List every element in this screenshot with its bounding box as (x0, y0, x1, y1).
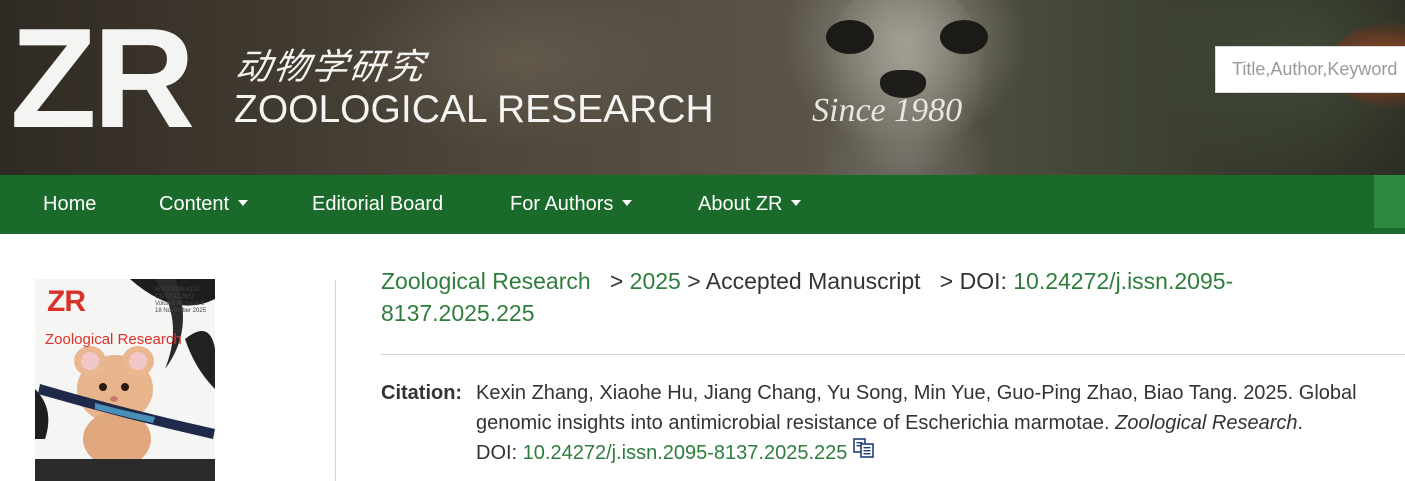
banner-decoration (940, 20, 988, 54)
nav-editorial-board[interactable]: Editorial Board (312, 175, 443, 234)
cover-meta: ISSN 2095-8137 CN 53-1229/Q Volume 46 Issu… (155, 287, 207, 314)
breadcrumb-separator: > (687, 268, 706, 294)
nav-home[interactable]: Home (43, 175, 96, 234)
journal-cover-image[interactable]: ISSN 2095-8137 CN 53-1229/Q Volume 46 Issu… (35, 279, 215, 481)
search-input[interactable] (1216, 47, 1405, 92)
breadcrumb-section: Accepted Manuscript (705, 268, 921, 294)
nav-editorial-board-label: Editorial Board (312, 193, 444, 215)
nav-for-authors-label: For Authors (510, 193, 614, 215)
copy-icon[interactable] (853, 437, 875, 467)
breadcrumb: Zoological Research > 2025 > Accepted Ma… (381, 265, 1281, 329)
site-logo-name[interactable]: ZOOLOGICAL RESEARCH (234, 88, 714, 132)
citation-line-1: Kexin Zhang, Xiaohe Hu, Jiang Chang, Yu … (476, 382, 1357, 404)
chevron-down-icon (622, 199, 633, 206)
citation-text: Kexin Zhang, Xiaohe Hu, Jiang Chang, Yu … (476, 378, 1405, 468)
site-tagline: Since 1980 (812, 92, 963, 129)
site-logo-mark[interactable]: ZR (10, 8, 195, 150)
breadcrumb-separator: > (597, 268, 630, 294)
header-banner: ZR 动物学研究 ZOOLOGICAL RESEARCH Since 1980 (0, 0, 1405, 175)
citation-title-text: genomic insights into antimicrobial resi… (476, 412, 1116, 434)
citation-doi-link[interactable]: 10.24272/j.issn.2095-8137.2025.225 (523, 442, 848, 464)
cover-decoration (35, 459, 215, 481)
chevron-down-icon (238, 199, 249, 206)
breadcrumb-year-link[interactable]: 2025 (630, 268, 681, 294)
chevron-down-icon (791, 199, 802, 206)
nav-search-button[interactable] (1374, 175, 1405, 228)
citation-journal: Zoological Research (1115, 412, 1298, 434)
breadcrumb-doi-label: DOI: (959, 268, 1007, 294)
nav-about-zr[interactable]: About ZR (698, 175, 802, 234)
section-divider (381, 354, 1405, 355)
breadcrumb-doi-part1: 10.24272/j.issn.2095- (1013, 268, 1234, 294)
cover-title: Zoological Research (45, 331, 182, 348)
breadcrumb-doi-part2: 8137.2025.225 (381, 300, 535, 326)
banner-decoration (826, 20, 874, 54)
site-logo-chinese: 动物学研究 (232, 47, 429, 88)
nav-content[interactable]: Content (159, 175, 249, 234)
main-nav: Home Content Editorial Board For Authors… (0, 175, 1405, 234)
nav-about-zr-label: About ZR (698, 193, 783, 215)
citation-period: . (1297, 412, 1304, 434)
search-box[interactable] (1215, 46, 1405, 93)
citation-line-3: DOI: 10.24272/j.issn.2095-8137.2025.225 (476, 437, 1405, 468)
breadcrumb-separator: > (926, 268, 960, 294)
column-divider (335, 280, 336, 481)
citation-label: Citation: (381, 382, 463, 404)
breadcrumb-journal-link[interactable]: Zoological Research (381, 268, 591, 294)
citation-line-2: genomic insights into antimicrobial resi… (476, 408, 1405, 438)
nav-home-label: Home (43, 193, 97, 215)
nav-content-label: Content (159, 193, 230, 215)
citation-doi-label: DOI: (476, 442, 523, 464)
cover-logo: ZR (47, 285, 86, 318)
nav-for-authors[interactable]: For Authors (510, 175, 633, 234)
